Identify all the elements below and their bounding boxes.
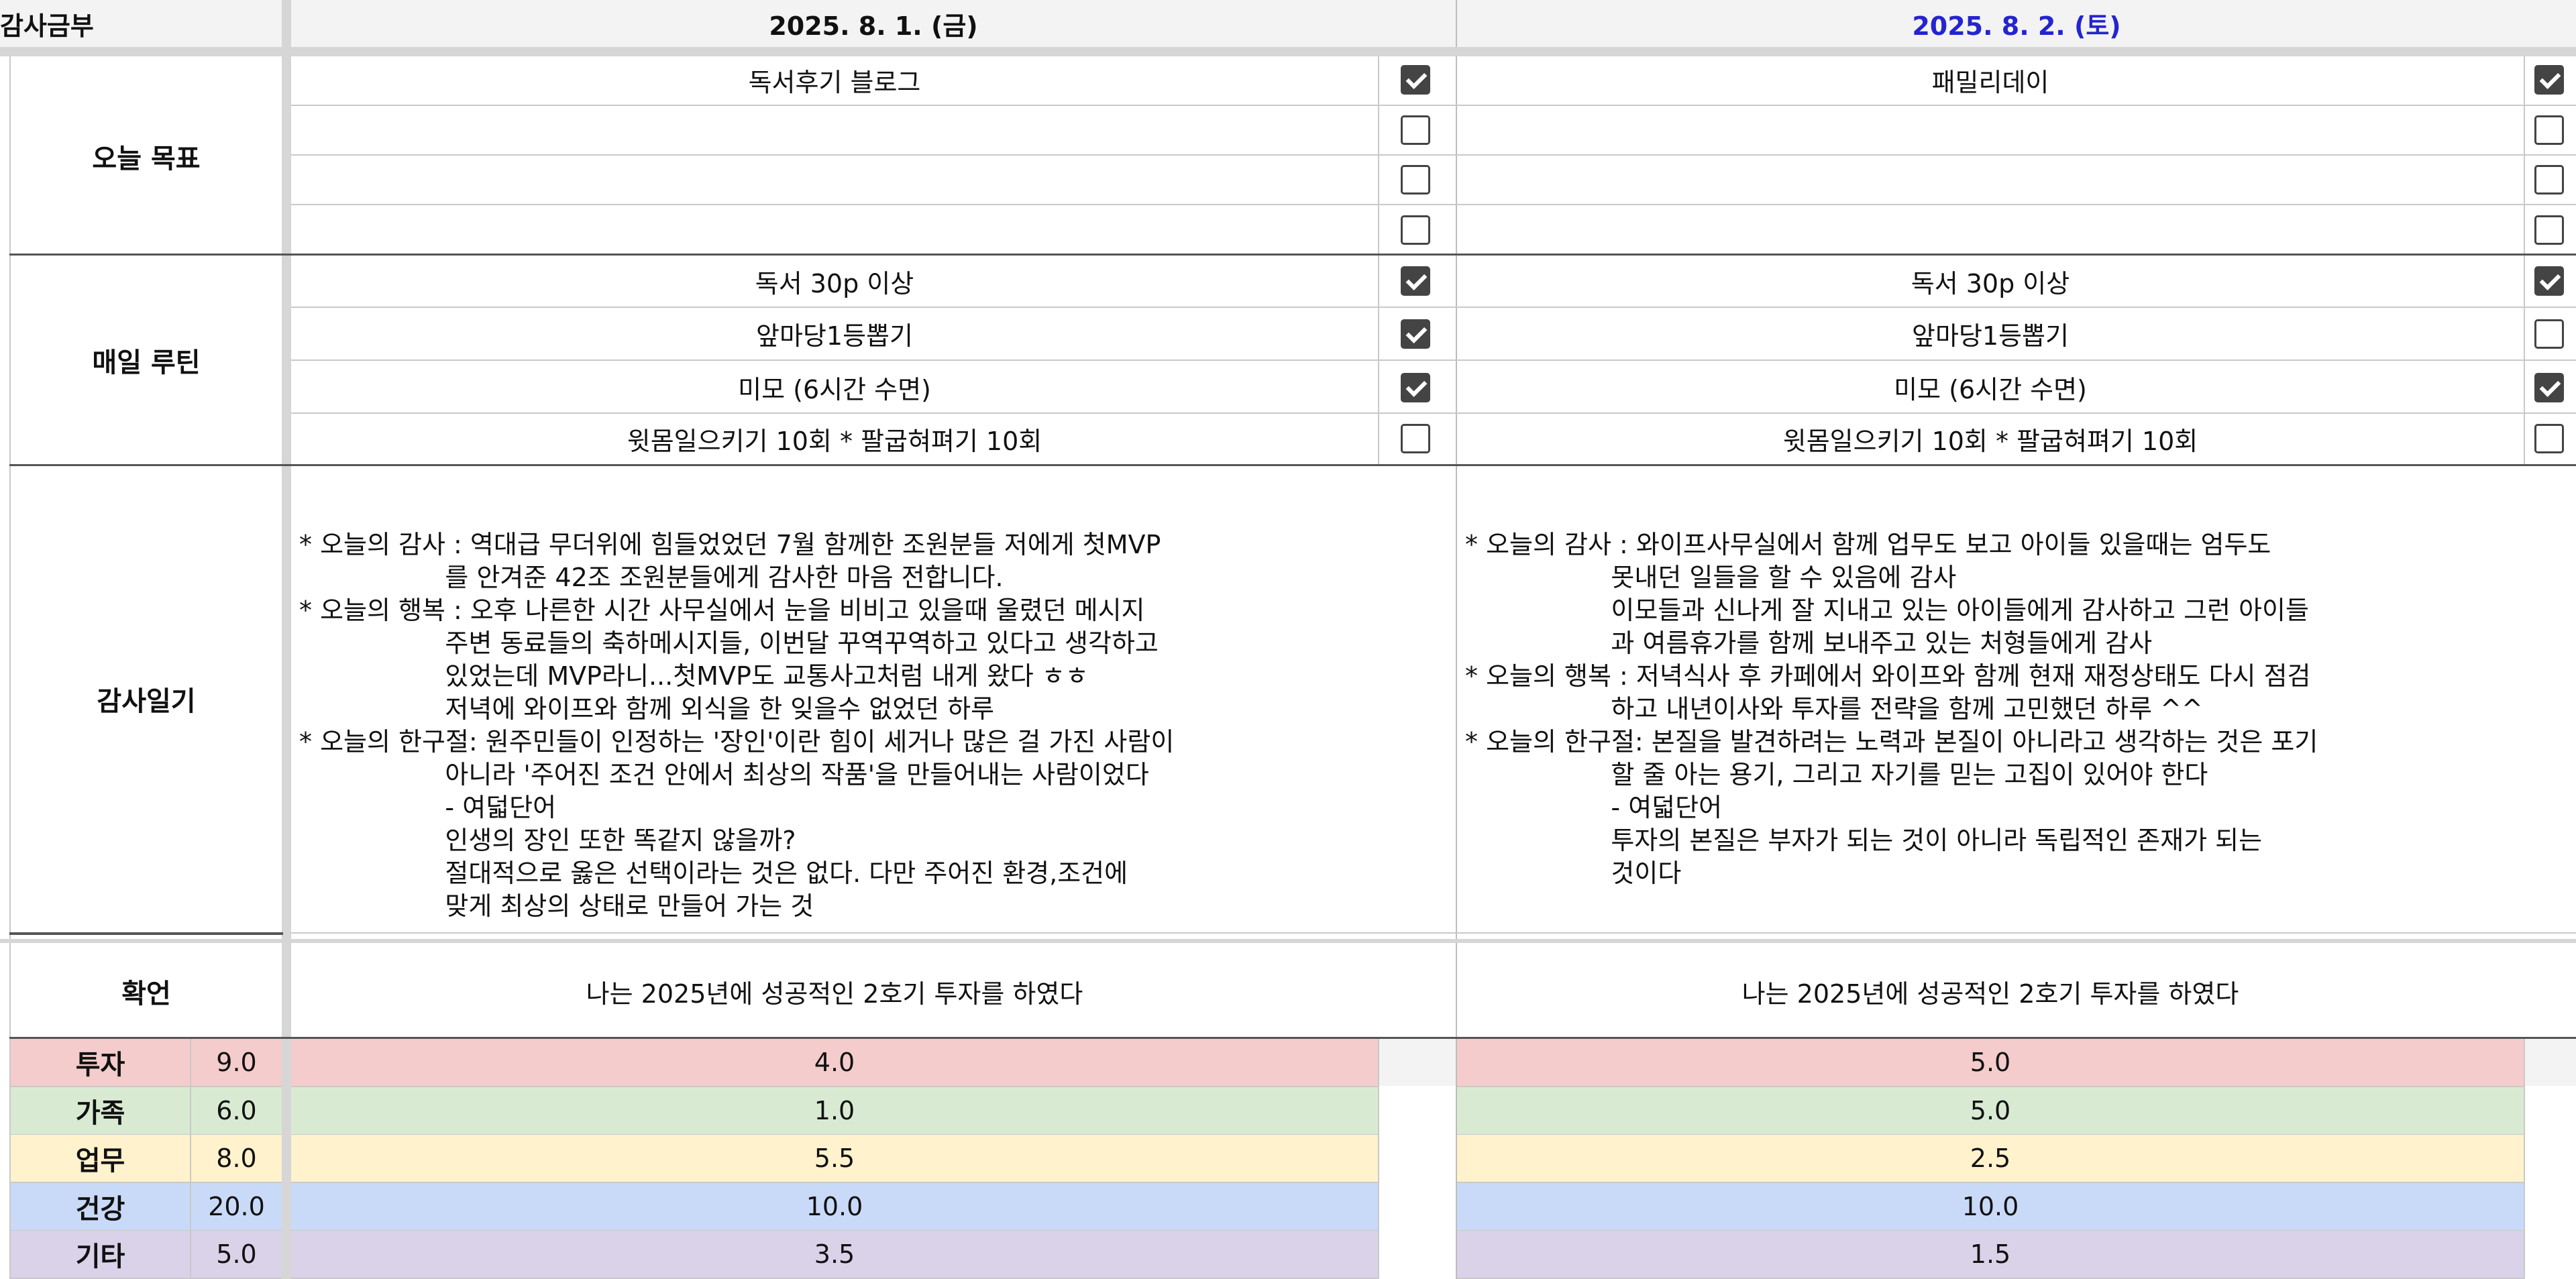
grid-line — [291, 932, 2576, 934]
frozen-row-divider — [0, 47, 2576, 56]
goal-day2-2[interactable] — [1457, 107, 2524, 153]
checkbox-routine-day1-3[interactable] — [1401, 373, 1430, 402]
checkbox-routine-day2-3[interactable] — [2534, 373, 2564, 402]
score-day2-value[interactable]: 1.5 — [1457, 1231, 2524, 1279]
score-category-label[interactable]: 기타 — [11, 1231, 190, 1279]
goal-day2-3[interactable] — [1457, 157, 2524, 203]
checkbox-routine-day2-1[interactable] — [2534, 266, 2564, 296]
goal-day1-2[interactable] — [291, 107, 1378, 153]
day1-date-header[interactable]: 2025. 8. 1. (금) — [291, 0, 1456, 47]
score-day1-value[interactable]: 10.0 — [291, 1183, 1378, 1231]
checkbox-goal-day1-1[interactable] — [1401, 65, 1430, 95]
routine-day1-2[interactable]: 앞마당1등뽑기 — [291, 309, 1378, 358]
routine-day1-3[interactable]: 미모 (6시간 수면) — [291, 362, 1378, 412]
goal-day1-1[interactable]: 독서후기 블로그 — [291, 56, 1378, 103]
empty-cell[interactable] — [1379, 1039, 1456, 1086]
grid-line — [291, 307, 2576, 308]
section-divider — [9, 254, 2576, 256]
checkbox-goal-day2-4[interactable] — [2534, 215, 2564, 245]
score-day2-value[interactable]: 10.0 — [1457, 1183, 2524, 1231]
checkbox-goal-day2-2[interactable] — [2534, 115, 2564, 145]
score-target-value[interactable]: 6.0 — [191, 1087, 282, 1135]
routine-day2-4[interactable]: 윗몸일으키기 10회 * 팔굽혀펴기 10회 — [1457, 414, 2524, 463]
routine-day1-1[interactable]: 독서 30p 이상 — [291, 256, 1378, 306]
score-target-value[interactable]: 20.0 — [191, 1183, 282, 1231]
score-category-label[interactable]: 업무 — [11, 1135, 190, 1183]
section-affirmation-label[interactable]: 확언 — [9, 946, 283, 1037]
affirmation-day1[interactable]: 나는 2025년에 성공적인 2호기 투자를 하였다 — [291, 946, 1378, 1037]
score-day1-value[interactable]: 1.0 — [291, 1087, 1378, 1135]
grid-line — [291, 105, 2576, 106]
checkbox-goal-day2-3[interactable] — [2534, 165, 2564, 194]
score-day1-value[interactable]: 5.5 — [291, 1135, 1378, 1183]
section-diary-label[interactable]: 감사일기 — [9, 467, 283, 931]
grid-line — [1456, 0, 1457, 1279]
corner-label[interactable]: 감사금부 — [0, 0, 282, 47]
checkbox-goal-day1-2[interactable] — [1401, 115, 1430, 145]
goal-day2-4[interactable] — [1457, 207, 2524, 254]
day2-date-header[interactable]: 2025. 8. 2. (토) — [1457, 0, 2576, 47]
grid-line — [1378, 1038, 1379, 1279]
routine-day2-2[interactable]: 앞마당1등뽑기 — [1457, 309, 2524, 358]
section-divider — [9, 1037, 2576, 1039]
score-day1-value[interactable]: 4.0 — [291, 1039, 1378, 1087]
goal-day1-4[interactable] — [291, 207, 1378, 254]
grid-line — [291, 204, 2576, 205]
grid-line — [291, 359, 2576, 361]
checkbox-goal-day1-4[interactable] — [1401, 215, 1430, 245]
checkbox-routine-day2-2[interactable] — [2534, 319, 2564, 349]
score-target-value[interactable]: 5.0 — [191, 1231, 282, 1279]
section-goals-label[interactable]: 오늘 목표 — [9, 59, 283, 254]
frozen-column-divider — [282, 0, 291, 1279]
grid-line — [2524, 56, 2525, 464]
empty-cell[interactable] — [2525, 1039, 2576, 1086]
score-category-label[interactable]: 투자 — [11, 1039, 190, 1087]
score-target-value[interactable]: 8.0 — [191, 1135, 282, 1183]
score-day2-value[interactable]: 5.0 — [1457, 1039, 2524, 1087]
checkbox-goal-day1-3[interactable] — [1401, 165, 1430, 194]
grid-line — [2524, 1038, 2525, 1279]
goal-day2-1[interactable]: 패밀리데이 — [1457, 56, 2524, 103]
grid-line — [190, 1038, 191, 1279]
checkbox-routine-day1-4[interactable] — [1401, 424, 1430, 453]
grid-line — [291, 154, 2576, 156]
diary-day1-text[interactable]: * 오늘의 감사 : 역대급 무더위에 힘들었었던 7월 함께한 조원분들 저에… — [299, 529, 1453, 923]
routine-day2-1[interactable]: 독서 30p 이상 — [1457, 256, 2524, 306]
goal-day1-3[interactable] — [291, 157, 1378, 203]
score-day2-value[interactable]: 2.5 — [1457, 1135, 2524, 1183]
grid-line — [291, 412, 2576, 414]
grid-line — [1378, 56, 1379, 464]
routine-day2-3[interactable]: 미모 (6시간 수면) — [1457, 362, 2524, 412]
routine-day1-4[interactable]: 윗몸일으키기 10회 * 팔굽혀펴기 10회 — [291, 414, 1378, 463]
checkbox-routine-day1-2[interactable] — [1401, 319, 1430, 349]
score-day2-value[interactable]: 5.0 — [1457, 1087, 2524, 1135]
score-category-label[interactable]: 건강 — [11, 1183, 190, 1231]
section-divider — [9, 932, 283, 935]
diary-day2-text[interactable]: * 오늘의 감사 : 와이프사무실에서 함께 업무도 보고 아이들 있을때는 엄… — [1465, 529, 2572, 890]
section-divider — [9, 464, 2576, 466]
grid-line — [9, 56, 11, 1279]
checkbox-goal-day2-1[interactable] — [2534, 65, 2564, 95]
spreadsheet-grid: 감사금부 2025. 8. 1. (금) 2025. 8. 2. (토) 오늘 … — [0, 0, 2576, 1279]
score-target-value[interactable]: 9.0 — [191, 1039, 282, 1087]
score-category-label[interactable]: 가족 — [11, 1087, 190, 1135]
checkbox-routine-day1-1[interactable] — [1401, 266, 1430, 296]
score-day1-value[interactable]: 3.5 — [291, 1231, 1378, 1279]
checkbox-routine-day2-4[interactable] — [2534, 424, 2564, 453]
affirmation-day2[interactable]: 나는 2025년에 성공적인 2호기 투자를 하였다 — [1457, 946, 2524, 1037]
row-divider — [0, 939, 2576, 943]
section-routine-label[interactable]: 매일 루틴 — [9, 256, 283, 464]
